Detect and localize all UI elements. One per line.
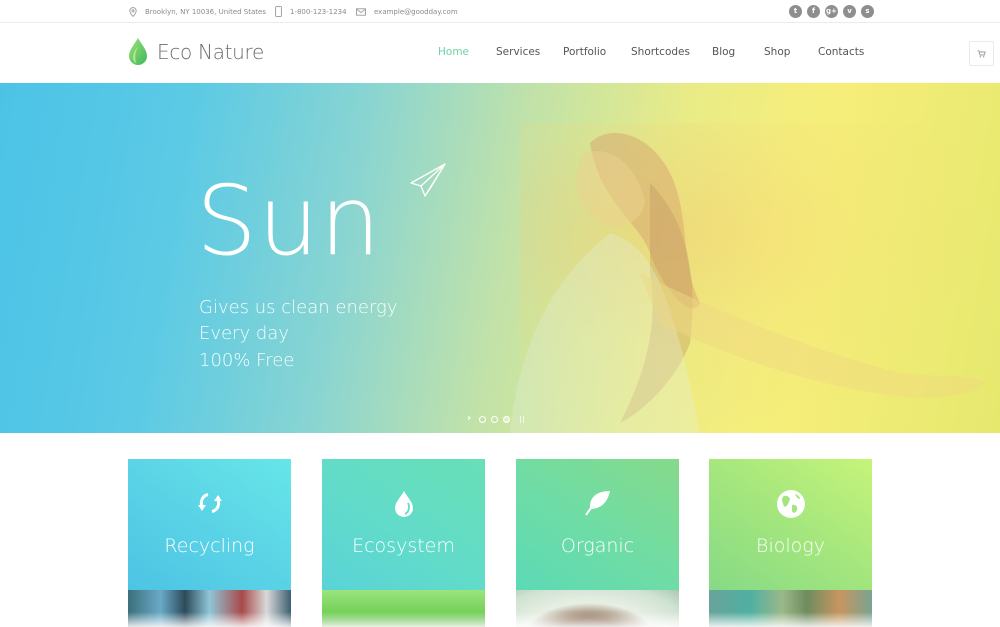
card-title: Biology: [756, 535, 825, 557]
hero-title: Sun: [196, 165, 382, 277]
phone-icon: [275, 6, 282, 17]
facebook-icon[interactable]: f: [807, 5, 820, 18]
nav-services[interactable]: Services: [496, 46, 540, 58]
cart-button[interactable]: [969, 41, 994, 66]
feature-card-recycling[interactable]: Recycling: [128, 459, 291, 627]
feature-card-organic[interactable]: Organic: [516, 459, 679, 627]
email-info: example@goodday.com: [356, 0, 458, 23]
feature-card-biology[interactable]: Biology: [709, 459, 872, 627]
water-drop-icon: [322, 489, 485, 519]
card-color-panel: [322, 459, 485, 590]
nav-contacts[interactable]: Contacts: [818, 46, 864, 58]
leaf-icon: [516, 489, 679, 517]
bottom-fade: [0, 612, 1000, 627]
pause-icon[interactable]: [520, 415, 525, 423]
nav-shortcodes[interactable]: Shortcodes: [631, 46, 690, 58]
logo-text: Eco Nature: [157, 40, 265, 64]
google-plus-icon[interactable]: g+: [825, 5, 838, 18]
envelope-icon: [356, 7, 366, 16]
slide-dot-2[interactable]: [491, 415, 499, 423]
next-slide-arrow-icon[interactable]: ›: [467, 414, 471, 424]
hero-slider: Sun Gives us clean energy Every day 100%…: [0, 83, 1000, 433]
address-info: Brooklyn, NY 10036, United States: [129, 0, 266, 23]
hero-color-overlay: [0, 83, 1000, 433]
hero-subtitle-line-2: Every day: [199, 323, 289, 344]
skype-icon[interactable]: s: [861, 5, 874, 18]
email-text[interactable]: example@goodday.com: [374, 8, 458, 16]
social-links: t f g+ v s: [789, 5, 874, 18]
card-title: Recycling: [164, 535, 255, 557]
slide-dot-3[interactable]: [503, 415, 511, 423]
location-pin-icon: [129, 6, 137, 17]
vimeo-icon[interactable]: v: [843, 5, 856, 18]
nav-shop[interactable]: Shop: [764, 46, 790, 58]
phone-info: 1-800-123-1234: [275, 0, 347, 23]
nav-blog[interactable]: Blog: [712, 46, 735, 58]
site-logo[interactable]: Eco Nature: [128, 37, 264, 67]
card-color-panel: [128, 459, 291, 590]
phone-text: 1-800-123-1234: [290, 7, 347, 16]
globe-icon: [709, 489, 872, 519]
card-color-panel: [516, 459, 679, 590]
slide-dot-1[interactable]: [479, 415, 487, 423]
card-color-panel: [709, 459, 872, 590]
hero-subtitle-line-3: 100% Free: [199, 350, 295, 371]
feature-card-ecosystem[interactable]: Ecosystem: [322, 459, 485, 627]
twitter-icon[interactable]: t: [789, 5, 802, 18]
card-title: Organic: [560, 535, 635, 557]
cart-icon: [977, 49, 986, 57]
slider-controls: ›: [467, 414, 525, 424]
nav-home[interactable]: Home: [438, 46, 469, 58]
address-text: Brooklyn, NY 10036, United States: [145, 7, 266, 16]
main-header: Eco Nature Home Services Portfolio Short…: [0, 23, 1000, 83]
card-title: Ecosystem: [352, 535, 455, 557]
paper-plane-icon: [410, 163, 446, 197]
leaf-drop-logo-icon: [129, 38, 147, 65]
hero-subtitle-line-1: Gives us clean energy: [199, 297, 398, 318]
top-info-bar: Brooklyn, NY 10036, United States 1-800-…: [0, 0, 1000, 23]
nav-portfolio[interactable]: Portfolio: [563, 46, 606, 58]
recycle-icon: [128, 489, 291, 517]
